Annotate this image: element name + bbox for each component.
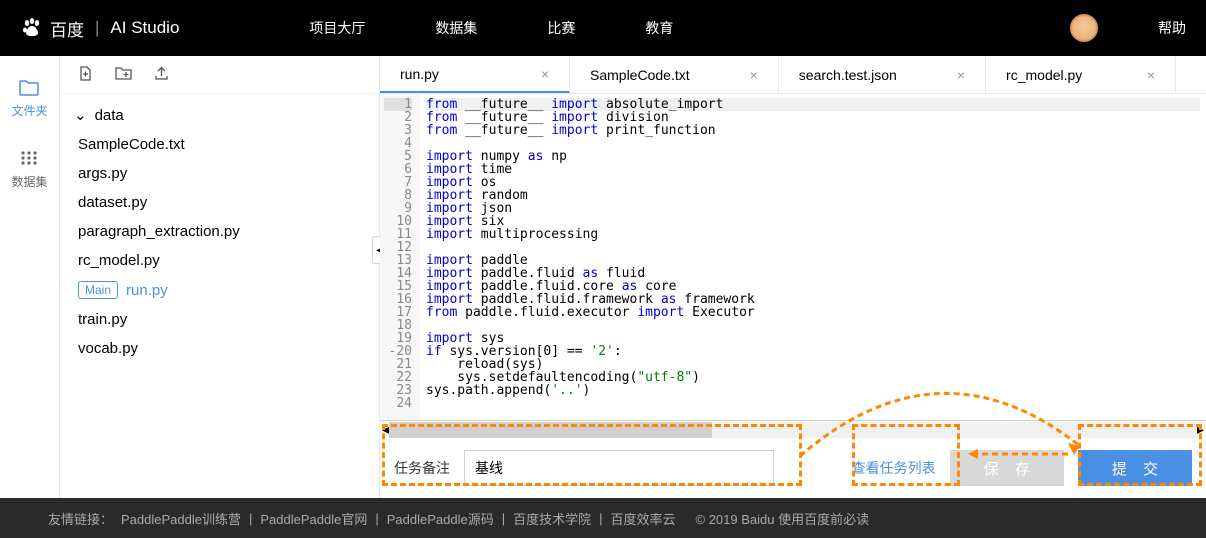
file-samplecode[interactable]: SampleCode.txt <box>60 130 379 159</box>
new-file-icon[interactable] <box>78 66 93 84</box>
footer-copyright: © 2019 Baidu 使用百度前必读 <box>696 509 870 528</box>
folder-label: data <box>95 107 124 124</box>
folder-data[interactable]: ⌄ data <box>60 100 379 130</box>
task-note-input[interactable] <box>464 450 774 486</box>
file-run[interactable]: Main run.py <box>60 275 379 305</box>
folder-icon <box>19 80 39 96</box>
sidebar-files[interactable]: 文件夹 <box>11 80 47 119</box>
line-gutter: 12345678910111213141516171819-2021222324 <box>380 94 420 420</box>
close-icon[interactable]: × <box>541 66 549 82</box>
horizontal-scrollbar[interactable]: ◂ ▸ <box>380 420 1206 438</box>
sidebar-files-label: 文件夹 <box>11 102 47 119</box>
scroll-left-icon[interactable]: ◂ <box>382 421 389 438</box>
logo[interactable]: 百度 | AI Studio <box>20 16 179 41</box>
tab-rc-model[interactable]: rc_model.py × <box>986 56 1176 93</box>
main-badge: Main <box>78 281 118 299</box>
dataset-icon <box>19 149 39 167</box>
editor-tabs: run.py × SampleCode.txt × search.test.json… <box>380 56 1206 94</box>
nav-datasets[interactable]: 数据集 <box>435 18 477 38</box>
tab-search-test[interactable]: search.test.json × <box>779 56 986 93</box>
tab-label: search.test.json <box>799 67 897 83</box>
file-rc-model[interactable]: rc_model.py <box>60 246 379 275</box>
footer-link[interactable]: PaddlePaddle训练营 <box>121 509 241 528</box>
tab-label: run.py <box>400 66 439 82</box>
nav-education[interactable]: 教育 <box>645 18 673 38</box>
scroll-right-icon[interactable]: ▸ <box>1197 421 1204 438</box>
main-nav: 项目大厅 数据集 比赛 教育 <box>309 18 673 38</box>
logo-suffix: AI Studio <box>110 18 179 38</box>
file-paragraph-extraction[interactable]: paragraph_extraction.py <box>60 217 379 246</box>
tab-label: rc_model.py <box>1006 67 1082 83</box>
scroll-track[interactable] <box>389 422 1197 438</box>
footer-link[interactable]: 百度效率云 <box>611 509 676 528</box>
save-button[interactable]: 保 存 <box>950 450 1064 486</box>
task-label: 任务备注 <box>394 458 450 478</box>
tab-label: SampleCode.txt <box>590 67 690 83</box>
close-icon[interactable]: × <box>1147 67 1155 83</box>
nav-help[interactable]: 帮助 <box>1158 18 1186 38</box>
baidu-paw-icon <box>20 16 44 40</box>
file-dataset[interactable]: dataset.py <box>60 188 379 217</box>
code-editor[interactable]: 12345678910111213141516171819-2021222324… <box>380 94 1206 420</box>
icon-sidebar: 文件夹 数据集 <box>0 56 60 498</box>
footer-link[interactable]: PaddlePaddle官网 <box>260 509 367 528</box>
chevron-down-icon: ⌄ <box>74 106 87 124</box>
code-content[interactable]: from __future__ import absolute_importfr… <box>420 94 1206 420</box>
file-run-label: run.py <box>126 282 168 299</box>
sidebar-datasets-label: 数据集 <box>11 173 47 190</box>
tab-run[interactable]: run.py × <box>380 56 570 93</box>
footer-link[interactable]: PaddlePaddle源码 <box>387 509 494 528</box>
file-tree: ⌄data SampleCode.txt args.py dataset.py … <box>60 94 379 369</box>
close-icon[interactable]: × <box>750 67 758 83</box>
nav-projects[interactable]: 项目大厅 <box>309 18 365 38</box>
file-args[interactable]: args.py <box>60 159 379 188</box>
new-folder-icon[interactable] <box>115 66 132 83</box>
tab-samplecode[interactable]: SampleCode.txt × <box>570 56 779 93</box>
logo-text: 百度 <box>50 16 84 41</box>
close-icon[interactable]: × <box>957 67 965 83</box>
task-bar: 任务备注 查看任务列表 保 存 提 交 <box>380 438 1206 498</box>
file-panel: ⌄data SampleCode.txt args.py dataset.py … <box>60 56 380 498</box>
avatar[interactable] <box>1070 14 1098 42</box>
top-header: 百度 | AI Studio 项目大厅 数据集 比赛 教育 帮助 <box>0 0 1206 56</box>
scroll-thumb[interactable] <box>389 422 712 438</box>
file-vocab[interactable]: vocab.py <box>60 334 379 363</box>
submit-button[interactable]: 提 交 <box>1078 450 1192 486</box>
upload-icon[interactable] <box>154 66 169 84</box>
view-tasks-link[interactable]: 查看任务列表 <box>852 458 936 478</box>
nav-competitions[interactable]: 比赛 <box>547 18 575 38</box>
logo-separator: | <box>95 18 99 38</box>
file-train[interactable]: train.py <box>60 305 379 334</box>
footer: 友情链接： PaddlePaddle训练营| PaddlePaddle官网| P… <box>0 498 1206 538</box>
footer-link[interactable]: 百度技术学院 <box>513 509 591 528</box>
sidebar-datasets[interactable]: 数据集 <box>11 149 47 190</box>
footer-label: 友情链接： <box>48 509 113 528</box>
